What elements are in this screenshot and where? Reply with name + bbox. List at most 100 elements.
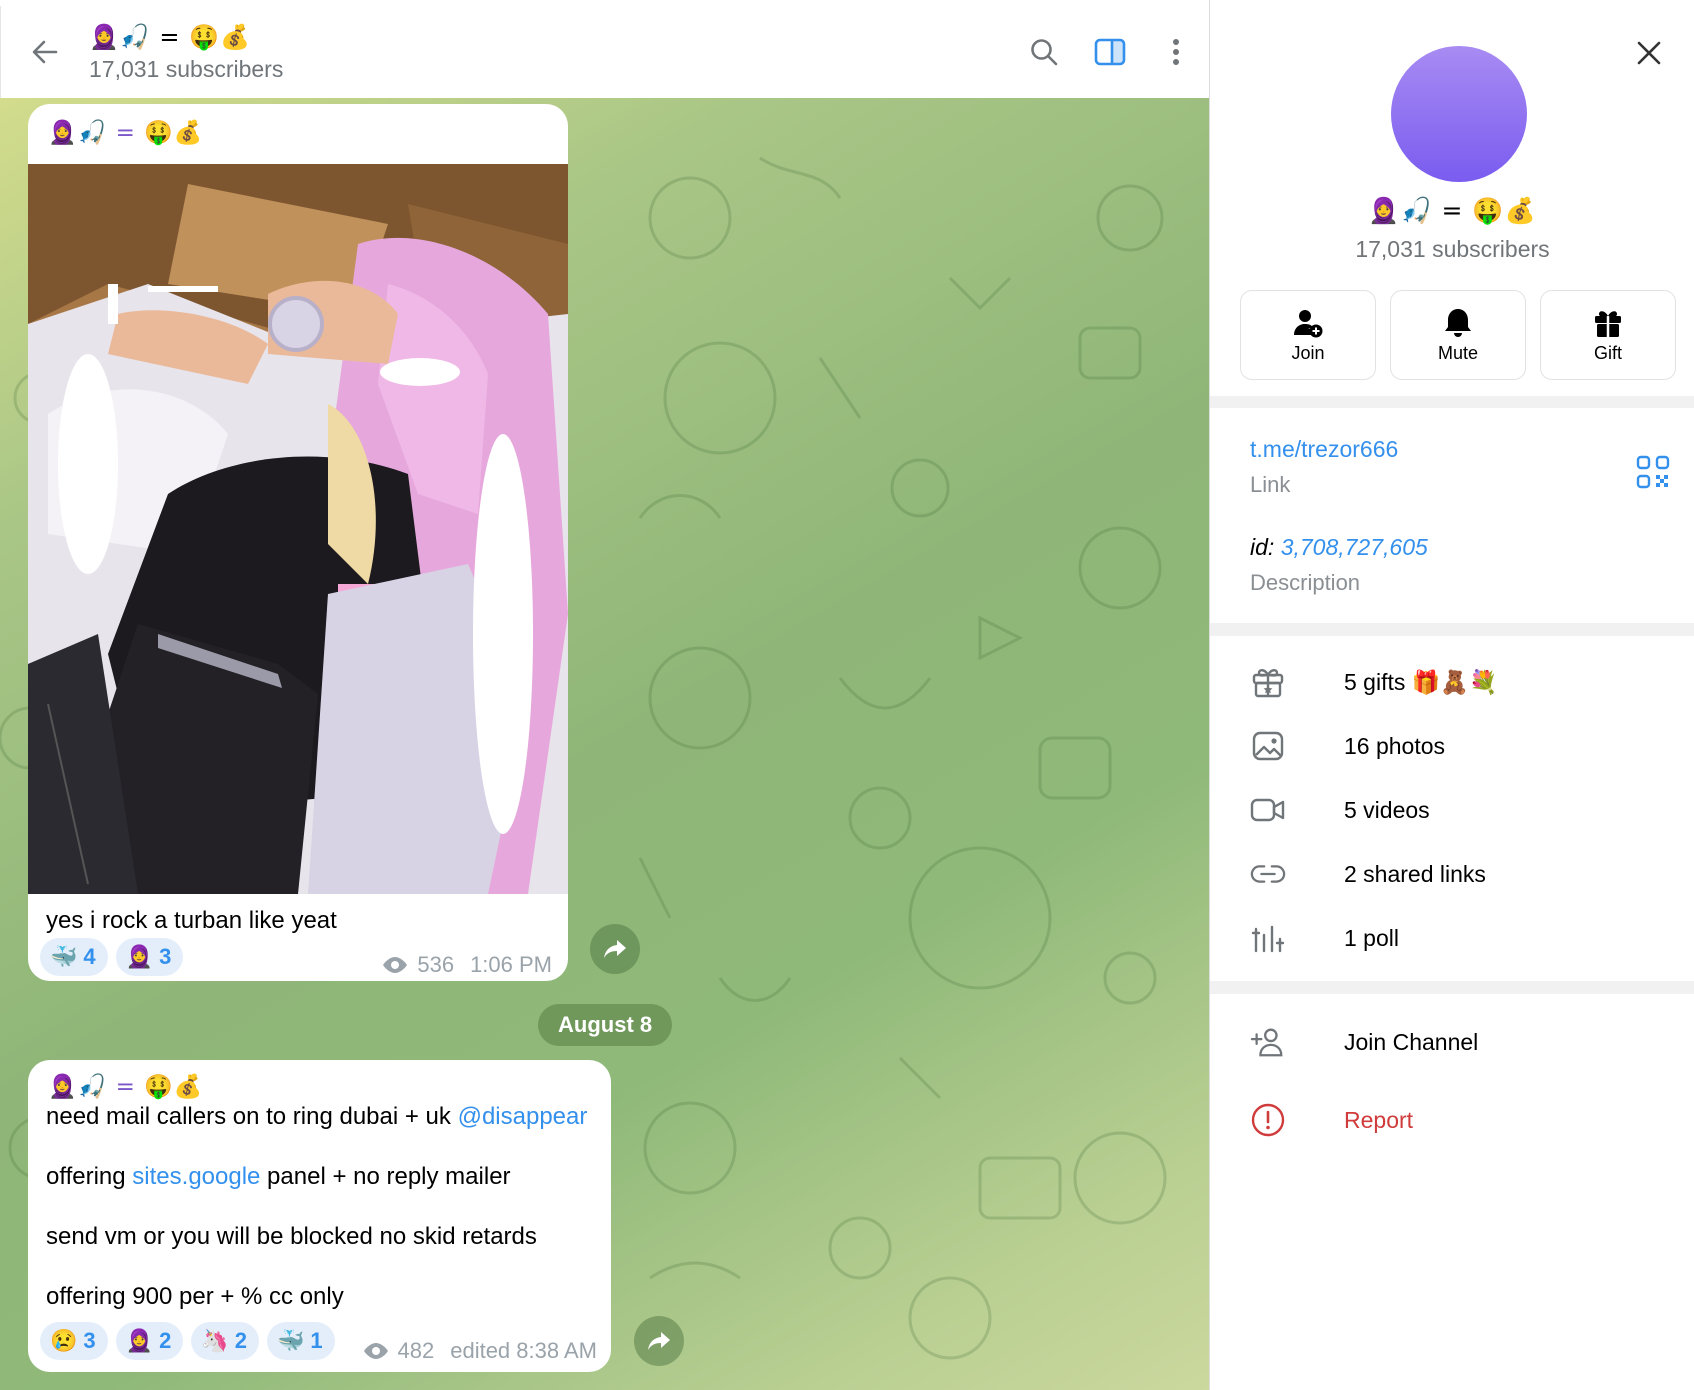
reaction-chip[interactable]: 🐳 1	[266, 1322, 335, 1360]
eye-icon	[383, 957, 408, 973]
media-row-gifts[interactable]: 5 gifts 🎁🧸💐	[1210, 652, 1694, 712]
sidebar-toggle-button[interactable]	[1077, 19, 1143, 85]
reaction-count: 4	[83, 944, 96, 969]
chat-title-block[interactable]: 🧕🎣 = 🤑💰 17,031 subscribers	[89, 20, 283, 84]
reaction-count: 3	[83, 1328, 96, 1353]
channel-id[interactable]: id: 3,708,727,605	[1250, 534, 1428, 561]
chat-area: 🧕🎣 = 🤑💰 17,031 subscribers 🧕🎣 = 🤑💰 yes i…	[0, 0, 1209, 1390]
reaction-count: 3	[159, 944, 172, 969]
join-button[interactable]: Join	[1240, 290, 1376, 380]
message-time: edited 8:38 AM	[450, 1338, 597, 1363]
action-label: Gift	[1593, 342, 1622, 363]
media-row-polls[interactable]: 1 poll	[1210, 908, 1694, 968]
qr-code-icon	[1636, 455, 1670, 489]
media-row-videos[interactable]: 5 videos	[1210, 780, 1694, 840]
message-reactions: 😢 3 🧕 2 🦄 2 🐳 1	[40, 1322, 335, 1360]
back-button[interactable]	[1, 6, 89, 98]
video-icon	[1250, 792, 1286, 828]
report-row[interactable]: Report	[1210, 1090, 1694, 1150]
message-line: send vm or you will be blocked no skid r…	[46, 1223, 537, 1250]
view-count: 482	[397, 1338, 435, 1363]
reaction-chip[interactable]: 🧕 3	[115, 938, 184, 976]
reaction-chip[interactable]: 🐳 4	[40, 938, 108, 976]
action-label: Join	[1291, 342, 1325, 363]
action-label: Mute	[1437, 342, 1479, 363]
reaction-count: 2	[234, 1328, 247, 1353]
forward-button[interactable]	[634, 1316, 684, 1366]
reaction-emoji: 🐳	[276, 1328, 305, 1353]
link-icon	[1250, 856, 1286, 892]
message-reactions: 🐳 4 🧕 3	[40, 938, 184, 976]
channel-link[interactable]: t.me/trezor666	[1250, 436, 1398, 463]
reaction-emoji: 🦄	[201, 1328, 229, 1353]
report-icon	[1250, 1102, 1286, 1138]
reaction-emoji: 🧕	[125, 1328, 154, 1353]
gift-button[interactable]: Gift	[1540, 290, 1676, 380]
url-link[interactable]: sites.google	[132, 1163, 260, 1190]
mute-button[interactable]: Mute	[1390, 290, 1526, 380]
message-meta: 536 1:06 PM	[381, 952, 552, 978]
forward-button[interactable]	[590, 924, 640, 974]
panel-profile: 🧕🎣 = 🤑💰 17,031 subscribers Join Mute Gif…	[1210, 0, 1694, 396]
message-line: offering sites.google panel + no reply m…	[46, 1162, 511, 1192]
polls-count: 1 poll	[1344, 924, 1399, 951]
more-button[interactable]	[1143, 19, 1209, 85]
media-row-photos[interactable]: 16 photos	[1210, 716, 1694, 776]
reaction-emoji: 😢	[50, 1328, 78, 1353]
message-line: offering 900 per + % cc only	[46, 1283, 344, 1310]
header-actions	[1011, 6, 1209, 98]
mention-link[interactable]: @disappear	[458, 1103, 588, 1130]
message-bubble[interactable]: 🧕🎣 = 🤑💰 yes i rock a turban like yeat 🐳 …	[28, 104, 568, 981]
add-user-outline-icon	[1250, 1024, 1286, 1060]
reaction-chip[interactable]: 🧕 2	[115, 1322, 184, 1360]
links-count: 2 shared links	[1344, 860, 1486, 887]
message-meta: 482 edited 8:38 AM	[362, 1338, 597, 1364]
photo-image	[28, 164, 568, 894]
channel-avatar[interactable]	[1391, 46, 1527, 182]
channel-name: 🧕🎣 = 🤑💰	[1368, 196, 1537, 225]
bell-icon	[1445, 308, 1471, 337]
close-icon	[1637, 41, 1661, 65]
chat-header: 🧕🎣 = 🤑💰 17,031 subscribers	[0, 6, 1209, 98]
text-segment: need mail callers on to ring dubai + uk	[46, 1103, 458, 1130]
media-row-links[interactable]: 2 shared links	[1210, 844, 1694, 904]
reaction-chip[interactable]: 🦄 2	[191, 1322, 259, 1360]
forward-arrow-icon	[604, 940, 626, 958]
videos-count: 5 videos	[1344, 796, 1430, 823]
gift-emojis: 🎁🧸💐	[1411, 668, 1498, 695]
more-vertical-icon	[1173, 39, 1179, 65]
panel-actions: Join Channel Report	[1210, 994, 1694, 1390]
join-channel-label: Join Channel	[1344, 1028, 1479, 1055]
description-label: Description	[1250, 570, 1361, 595]
message-author[interactable]: 🧕🎣 = 🤑💰	[48, 118, 203, 148]
message-text: yes i rock a turban like yeat	[46, 907, 337, 934]
chat-title: 🧕🎣 = 🤑💰	[89, 23, 251, 51]
gift-box-icon	[1250, 664, 1286, 700]
media-label: 5 gifts 🎁🧸💐	[1344, 669, 1498, 696]
close-panel-button[interactable]	[1626, 30, 1672, 76]
reaction-count: 2	[159, 1328, 172, 1353]
text-segment: offering	[46, 1163, 133, 1190]
message-bubble[interactable]: 🧕🎣 = 🤑💰 need mail callers on to ring dub…	[28, 1060, 611, 1372]
message-line: need mail callers on to ring dubai + uk …	[46, 1102, 587, 1132]
view-count: 536	[417, 952, 455, 977]
subscriber-count: 17,031 subscribers	[89, 56, 284, 82]
add-user-icon	[1294, 309, 1323, 337]
message-photo[interactable]	[28, 164, 568, 894]
reaction-chip[interactable]: 😢 3	[40, 1322, 108, 1360]
message-author[interactable]: 🧕🎣 = 🤑💰	[48, 1072, 203, 1102]
search-button[interactable]	[1011, 19, 1077, 85]
forward-arrow-icon	[648, 1332, 670, 1350]
message-time: 1:06 PM	[470, 952, 552, 977]
text-segment: panel + no reply mailer	[260, 1163, 511, 1190]
date-separator: August 8	[538, 1004, 673, 1046]
photo-icon	[1250, 728, 1286, 764]
poll-icon	[1250, 920, 1286, 956]
shared-media-list: 5 gifts 🎁🧸💐 16 photos 5 videos 2 shared …	[1210, 636, 1694, 981]
sidebar-toggle-icon	[1094, 38, 1126, 66]
reaction-emoji: 🧕	[125, 944, 154, 969]
id-value: 3,708,727,605	[1280, 534, 1428, 560]
qr-code-button[interactable]	[1635, 454, 1671, 490]
photos-count: 16 photos	[1344, 732, 1446, 759]
join-channel-row[interactable]: Join Channel	[1210, 1012, 1694, 1072]
